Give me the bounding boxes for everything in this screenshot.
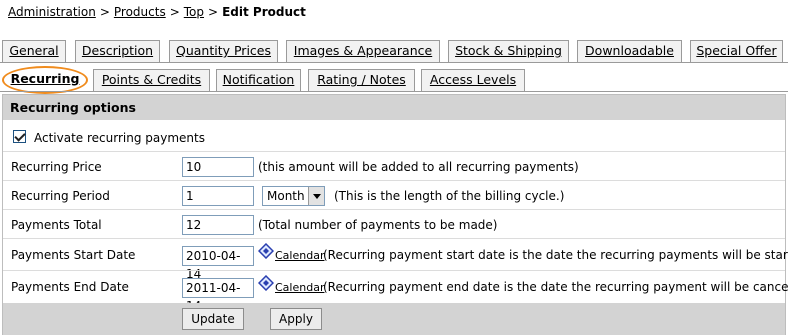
- payments-end-date-label: Payments End Date: [11, 280, 129, 294]
- tab-recurring[interactable]: Recurring: [2, 66, 88, 94]
- payments-total-row: Payments Total 12 (Total number of payme…: [3, 209, 785, 238]
- payments-total-label: Payments Total: [11, 218, 102, 232]
- active-tab-highlight: [2, 66, 88, 94]
- recurring-price-row: Recurring Price 10 (this amount will be …: [3, 151, 785, 180]
- payments-end-date-input[interactable]: 2011-04-14: [182, 278, 254, 313]
- calendar-link[interactable]: Calendar: [275, 249, 324, 262]
- page-title: Edit Product: [222, 5, 306, 19]
- tab-general[interactable]: General: [2, 40, 66, 62]
- tab-row-1: General Description Quantity Prices Imag…: [0, 40, 788, 62]
- recurring-options-panel: Recurring options Activate recurring pay…: [2, 94, 788, 335]
- breadcrumb: Administration > Products > Top > Edit Product: [8, 4, 306, 20]
- tab-notification[interactable]: Notification: [216, 69, 301, 91]
- payments-start-date-row: Payments Start Date 2010-04-14 Calendar …: [3, 238, 788, 281]
- payments-total-note: (Total number of payments to be made): [258, 218, 498, 232]
- recurring-period-unit-select[interactable]: Month: [262, 186, 325, 206]
- recurring-period-unit-value: Month: [267, 189, 305, 203]
- calendar-icon: [258, 243, 274, 259]
- recurring-price-note: (this amount will be added to all recurr…: [258, 160, 579, 174]
- tab-row-2: Recurring Points & Credits Notification …: [0, 66, 788, 94]
- tab-downloadable[interactable]: Downloadable: [577, 40, 682, 62]
- tab-description[interactable]: Description: [75, 40, 160, 62]
- chevron-down-icon[interactable]: [308, 187, 324, 205]
- tab-rating-notes[interactable]: Rating / Notes: [308, 69, 415, 91]
- tab-quantity-prices[interactable]: Quantity Prices: [169, 40, 278, 62]
- recurring-price-input[interactable]: 10: [182, 157, 254, 177]
- tab-images-appearance[interactable]: Images & Appearance: [286, 40, 440, 62]
- tab-row-1-divider: [0, 62, 788, 63]
- apply-button[interactable]: Apply: [270, 308, 322, 330]
- activate-recurring-checkbox[interactable]: [13, 130, 26, 143]
- tab-special-offer[interactable]: Special Offer: [690, 40, 783, 62]
- breadcrumb-top[interactable]: Top: [184, 5, 204, 19]
- breadcrumb-separator: >: [99, 5, 110, 19]
- breadcrumb-separator: >: [208, 5, 219, 19]
- payments-end-calendar-button[interactable]: Calendar: [258, 275, 324, 297]
- tab-stock-shipping[interactable]: Stock & Shipping: [448, 40, 569, 62]
- payments-start-date-input[interactable]: 2010-04-14: [182, 246, 254, 281]
- payments-start-date-label: Payments Start Date: [11, 248, 136, 262]
- payments-end-date-row: Payments End Date 2011-04-14 Calendar (R…: [3, 270, 788, 313]
- breadcrumb-products[interactable]: Products: [114, 5, 166, 19]
- recurring-period-note: (This is the length of the billing cycle…: [334, 189, 565, 203]
- activate-recurring-row: Activate recurring payments: [3, 127, 785, 151]
- tab-access-levels[interactable]: Access Levels: [421, 69, 525, 91]
- activate-recurring-label: Activate recurring payments: [34, 131, 205, 145]
- recurring-period-row: Recurring Period 1 Month (This is the le…: [3, 180, 785, 209]
- payments-end-date-note: (Recurring payment end date is the date …: [323, 280, 788, 294]
- payments-start-date-note: (Recurring payment start date is the dat…: [323, 248, 788, 262]
- recurring-period-input[interactable]: 1: [182, 186, 254, 206]
- calendar-link[interactable]: Calendar: [275, 281, 324, 294]
- payments-start-calendar-button[interactable]: Calendar: [258, 243, 324, 265]
- recurring-period-label: Recurring Period: [11, 189, 110, 203]
- breadcrumb-separator: >: [169, 5, 180, 19]
- recurring-price-label: Recurring Price: [11, 160, 102, 174]
- payments-total-input[interactable]: 12: [182, 215, 254, 235]
- breadcrumb-administration[interactable]: Administration: [8, 5, 96, 19]
- calendar-icon: [258, 275, 274, 291]
- tab-points-credits[interactable]: Points & Credits: [93, 69, 210, 91]
- tab-row-2-divider: [0, 91, 788, 92]
- panel-title: Recurring options: [3, 95, 785, 120]
- update-button[interactable]: Update: [182, 308, 244, 330]
- action-button-bar: Update Apply: [3, 303, 785, 335]
